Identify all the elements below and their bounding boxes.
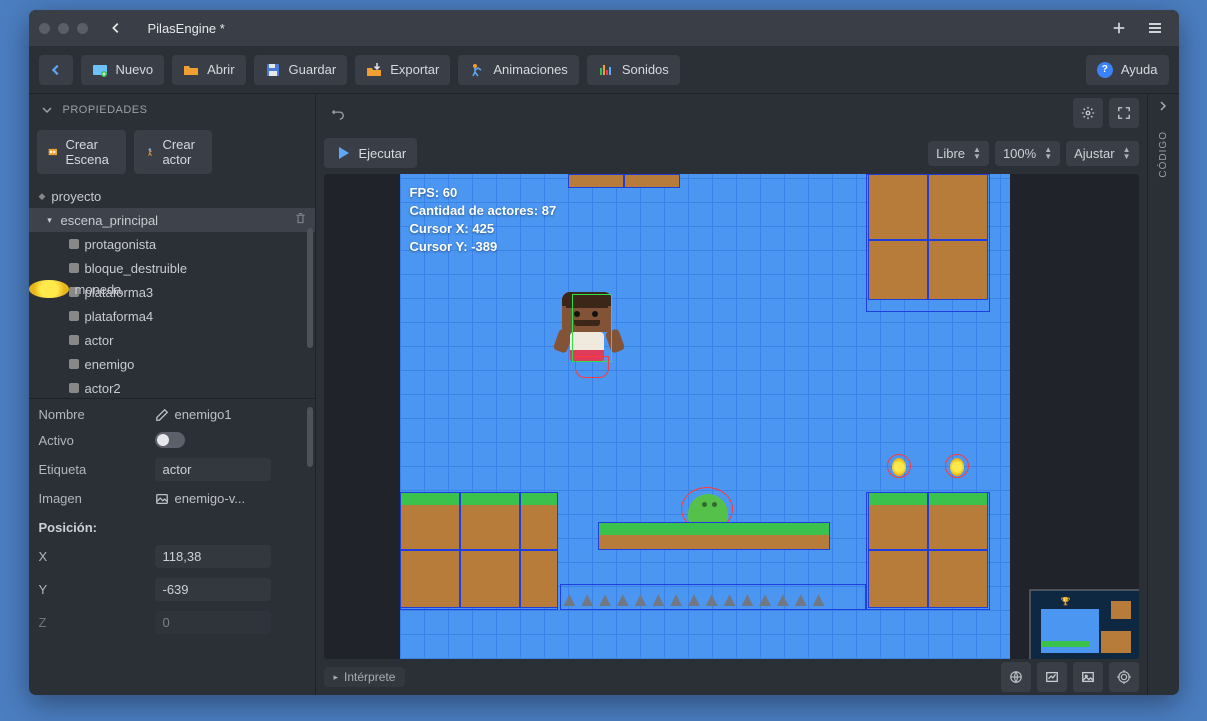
active-toggle[interactable] [155,432,185,448]
minimap[interactable]: 🏆 [1029,589,1139,659]
window-title: PilasEngine * [148,21,225,36]
tree-item[interactable]: plataforma4 [29,304,315,328]
open-button[interactable]: Abrir [172,55,245,85]
bottom-bar: ▸ Intérprete [316,659,1147,695]
titlebar-menu-button[interactable] [1141,16,1169,40]
sounds-label: Sonidos [622,62,669,77]
fit-select[interactable]: Ajustar ▲▼ [1066,141,1138,166]
mode-select[interactable]: Libre ▲▼ [928,141,989,166]
undo-button[interactable] [324,106,352,120]
sidebar: PROPIEDADES Crear Escena Crear actor ◆ p… [29,94,316,695]
export-button[interactable]: Exportar [355,55,450,85]
back-button[interactable] [39,55,73,85]
chart-icon[interactable] [1037,662,1067,692]
animations-button[interactable]: Animaciones [458,55,578,85]
scrollbar[interactable] [307,407,313,687]
tree-root[interactable]: ◆ proyecto [29,184,315,208]
save-label: Guardar [289,62,337,77]
run-button[interactable]: Ejecutar [324,138,418,168]
traffic-min[interactable] [58,23,69,34]
debug-overlay: FPS: 60 Cantidad de actores: 87 Cursor X… [410,184,557,256]
title-bar: PilasEngine * [29,10,1179,46]
tree-scene[interactable]: ▾ escena_principal [29,208,315,232]
expand-code-button[interactable] [1157,100,1169,115]
x-input[interactable] [155,545,271,568]
titlebar-back-button[interactable] [102,16,130,40]
open-label: Abrir [207,62,234,77]
interpreter-button[interactable]: ▸ Intérprete [324,667,406,687]
tree-item[interactable]: moneda [29,280,69,298]
traffic-close[interactable] [39,23,50,34]
new-label: Nuevo [116,62,154,77]
image-field[interactable]: enemigo-v... [155,491,246,506]
sidebar-heading[interactable]: PROPIEDADES [29,94,315,126]
animations-label: Animaciones [493,62,567,77]
help-icon: ? [1097,62,1113,78]
image-icon[interactable] [1073,662,1103,692]
new-button[interactable]: Nuevo [81,55,165,85]
create-scene-button[interactable]: Crear Escena [37,130,126,174]
delete-icon[interactable] [294,212,307,228]
save-button[interactable]: Guardar [254,55,348,85]
zoom-select[interactable]: 100% ▲▼ [995,141,1060,166]
traffic-max[interactable] [77,23,88,34]
tree-item[interactable]: bloque_destruible [29,256,315,280]
app-window: PilasEngine * Nuevo Abrir Guardar Export… [29,10,1179,695]
sounds-button[interactable]: Sonidos [587,55,680,85]
tree-item[interactable]: enemigo [29,352,315,376]
y-input[interactable] [155,578,271,601]
tag-input[interactable] [155,458,271,481]
globe-icon[interactable] [1001,662,1031,692]
titlebar-plus-button[interactable] [1105,16,1133,40]
name-field[interactable]: enemigo1 [155,407,232,422]
export-label: Exportar [390,62,439,77]
tree-item[interactable]: protagonista [29,232,315,256]
right-rail: CÓDIGO [1147,94,1179,695]
fullscreen-button[interactable] [1109,98,1139,128]
game-viewport[interactable]: ▲▲▲▲▲▲▲▲▲▲▲▲▲▲▲ FPS: 60 Cantidad de acto… [324,174,1139,659]
tree-item[interactable]: actor [29,328,315,352]
scene-tree: ◆ proyecto ▾ escena_principal protagonis… [29,178,315,398]
target-icon[interactable] [1109,662,1139,692]
settings-button[interactable] [1073,98,1103,128]
help-button[interactable]: ? Ayuda [1086,55,1169,85]
tree-item[interactable]: actor2 [29,376,315,398]
tree-item[interactable]: plataforma3 [29,280,315,304]
properties-panel: Nombre enemigo1 Activo Etiqueta Imagen [29,398,315,695]
canvas-column: Ejecutar Libre ▲▼ 100% ▲▼ Ajustar ▲▼ [316,94,1147,695]
help-label: Ayuda [1121,62,1158,77]
main-toolbar: Nuevo Abrir Guardar Exportar Animaciones… [29,46,1179,94]
scrollbar[interactable] [307,178,313,398]
create-actor-button[interactable]: Crear actor [134,130,213,174]
z-input[interactable] [155,611,271,634]
code-tab[interactable]: CÓDIGO [1158,131,1169,178]
